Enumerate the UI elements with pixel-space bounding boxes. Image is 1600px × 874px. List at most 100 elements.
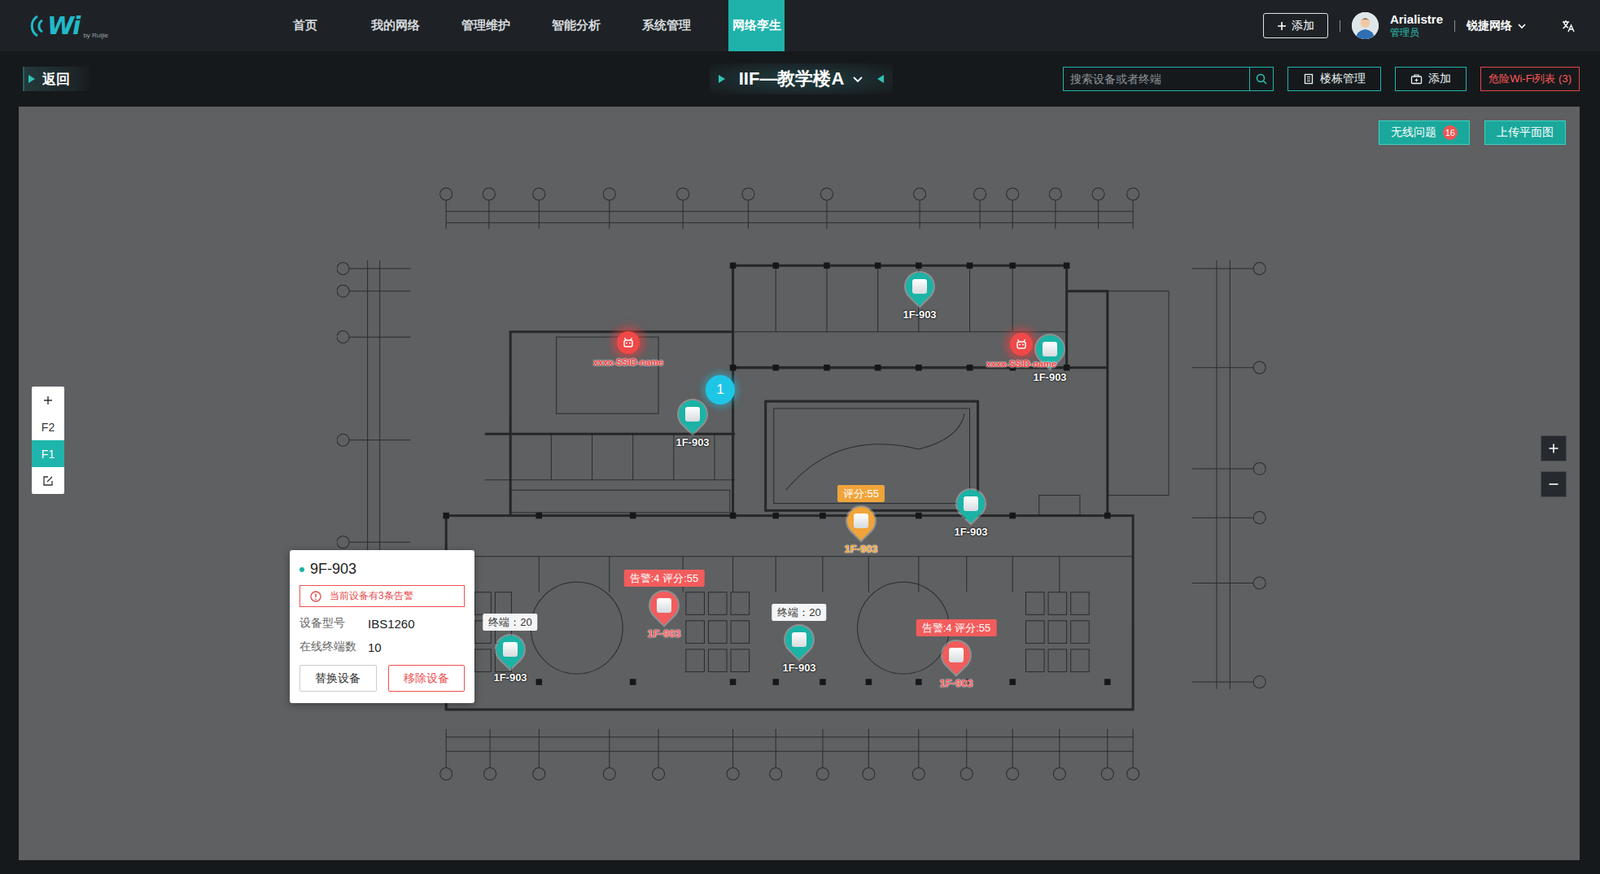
floor-map[interactable]: 无线问题16上传平面图F2F1xxxx-SSID-namexxxx-SSID-n… — [18, 106, 1580, 861]
field-value: IBS1260 — [367, 616, 416, 631]
nav-label: 管理维护 — [461, 17, 511, 34]
wireless-issues-button[interactable]: 无线问题 16 — [1378, 120, 1470, 145]
device-label: 1F-903 — [493, 671, 527, 684]
user-role: 管理员 — [1390, 26, 1443, 39]
device-label: 1F-903 — [902, 308, 936, 321]
nav-label: 系统管理 — [642, 17, 691, 34]
nav-item[interactable]: 首页 — [276, 0, 333, 52]
floor-switcher: F2 F1 — [31, 386, 65, 494]
chevron-down-icon — [1516, 21, 1527, 31]
field-label: 在线终端数 — [299, 639, 368, 655]
user-info[interactable]: Arialistre管理员 — [1390, 12, 1443, 39]
remove-device-button[interactable]: 移除设备 — [388, 664, 466, 692]
wireless-issues-label: 无线问题 — [1390, 125, 1437, 140]
add-floor-button[interactable] — [31, 386, 65, 414]
danger-wifi-button[interactable]: 危险Wi-Fi列表 (3) — [1480, 66, 1580, 92]
replace-device-button[interactable]: 替换设备 — [299, 664, 377, 692]
add-button[interactable]: 添加 — [1263, 13, 1329, 39]
popover-actions: 替换设备 移除设备 — [299, 664, 465, 692]
nav-label: 网络孪生 — [732, 17, 782, 34]
status-dot — [299, 567, 305, 573]
tag-text: 终端：20 — [488, 616, 532, 629]
rogue-ap-marker[interactable] — [616, 331, 640, 355]
nav-label: 智能分析 — [551, 17, 601, 34]
access-point-icon — [502, 642, 518, 657]
building-name: IIF—教学楼A — [738, 66, 845, 92]
floor-item[interactable]: F1 — [31, 440, 65, 468]
plus-icon — [42, 394, 54, 407]
device-pin[interactable] — [1036, 335, 1064, 363]
device-popover: 9F-903当前设备有3条告警设备型号IBS1260在线终端数10替换设备移除设… — [289, 550, 475, 704]
tag-text: 告警:4 评分:55 — [629, 572, 700, 585]
separator — [1454, 20, 1456, 32]
logo[interactable]: Wiby Ruijie — [0, 0, 246, 52]
floor-label: F2 — [41, 420, 55, 434]
search-icon[interactable] — [1249, 67, 1273, 91]
button-label: 楼栋管理 — [1320, 71, 1366, 87]
button-label: 替换设备 — [314, 671, 361, 687]
device-label: 1F-903 — [843, 542, 878, 556]
zoom-out-icon[interactable] — [1540, 471, 1567, 498]
danger-wifi-label: 危险Wi-Fi列表 (3) — [1488, 71, 1572, 87]
building-icon — [1302, 73, 1315, 85]
triangle-right-icon[interactable] — [717, 74, 726, 84]
floor-plan — [336, 183, 1281, 787]
device-pin[interactable] — [905, 272, 934, 301]
rogue-ap-marker[interactable] — [1009, 332, 1033, 356]
device-pin[interactable] — [942, 641, 971, 669]
toolbar-right: 楼栋管理 添加 危险Wi-Fi列表 (3) — [892, 66, 1580, 92]
floor-item[interactable]: F2 — [31, 413, 65, 441]
issue-count-badge: 16 — [1442, 125, 1458, 140]
avatar-icon[interactable] — [1351, 12, 1379, 40]
translate-icon[interactable] — [1560, 18, 1576, 34]
rogue-device-icon — [616, 331, 640, 355]
back-button[interactable]: 返回 — [22, 66, 92, 92]
header-actions: 添加 Arialistre管理员 锐捷网络 — [1263, 0, 1600, 52]
rogue-ap-label: xxxx-SSID-name — [593, 357, 664, 368]
info-row: 在线终端数10 — [299, 639, 465, 655]
building-button[interactable]: 楼栋管理 — [1287, 66, 1382, 92]
alert-banner[interactable]: 当前设备有3条告警 — [299, 585, 465, 608]
nav-item[interactable]: 我的网络 — [367, 0, 424, 52]
map-tools: 无线问题 16 上传平面图 — [1378, 120, 1566, 145]
zoom-in-icon[interactable] — [1540, 435, 1567, 462]
building-selector[interactable]: IIF—教学楼A — [709, 63, 894, 95]
device-pin[interactable] — [957, 489, 985, 518]
separator — [1339, 20, 1341, 32]
alert-icon — [310, 590, 322, 603]
access-point-icon — [1042, 341, 1058, 357]
device-label: 1F-903 — [1032, 371, 1067, 384]
zoom-controls — [1540, 435, 1567, 498]
device-pin[interactable] — [847, 507, 875, 535]
triangle-right-icon — [27, 74, 36, 84]
nav-item[interactable]: 智能分析 — [547, 0, 604, 52]
add-button[interactable]: 添加 — [1394, 66, 1467, 92]
toolbar: 返回 IIF—教学楼A 楼栋管理 添加 危险Wi-Fi列表 (3) — [0, 51, 1600, 107]
device-pin[interactable] — [785, 625, 814, 654]
logo-arcs-icon — [27, 13, 46, 39]
nav-item[interactable]: 网络孪生 — [728, 0, 785, 52]
cluster-badge[interactable]: 1 — [705, 375, 735, 405]
device-pin[interactable] — [678, 400, 707, 429]
button-label: 移除设备 — [403, 671, 450, 687]
top-bar: Wiby Ruijie 首页我的网络 管理维护 智能分析 系统管理 网络孪生 添加 Arial… — [0, 0, 1600, 52]
device-tag: 终端：20 — [771, 603, 827, 621]
device-pin[interactable] — [496, 635, 525, 664]
device-tag: 告警:4 评分:55 — [916, 619, 997, 637]
building-title[interactable]: IIF—教学楼A — [738, 66, 865, 92]
nav-item[interactable]: 系统管理 — [638, 0, 695, 52]
chevron-down-icon — [852, 73, 864, 85]
upload-plan-button[interactable]: 上传平面图 — [1484, 120, 1566, 145]
nav-item[interactable]: 管理维护 — [457, 0, 514, 52]
logo-sub: by Ruijie — [83, 31, 109, 40]
search-input[interactable] — [1063, 67, 1250, 91]
floor-label: F1 — [41, 447, 55, 461]
triangle-left-icon[interactable] — [876, 74, 885, 84]
device-pin[interactable] — [650, 591, 678, 620]
edit-floor-button[interactable] — [31, 467, 65, 494]
access-point-icon — [853, 513, 869, 529]
info-row: 设备型号IBS1260 — [299, 616, 465, 631]
device-tag: 告警:4 评分:55 — [624, 569, 705, 587]
org-switcher[interactable]: 锐捷网络 — [1466, 18, 1527, 34]
device-label: 1F-903 — [782, 661, 816, 674]
